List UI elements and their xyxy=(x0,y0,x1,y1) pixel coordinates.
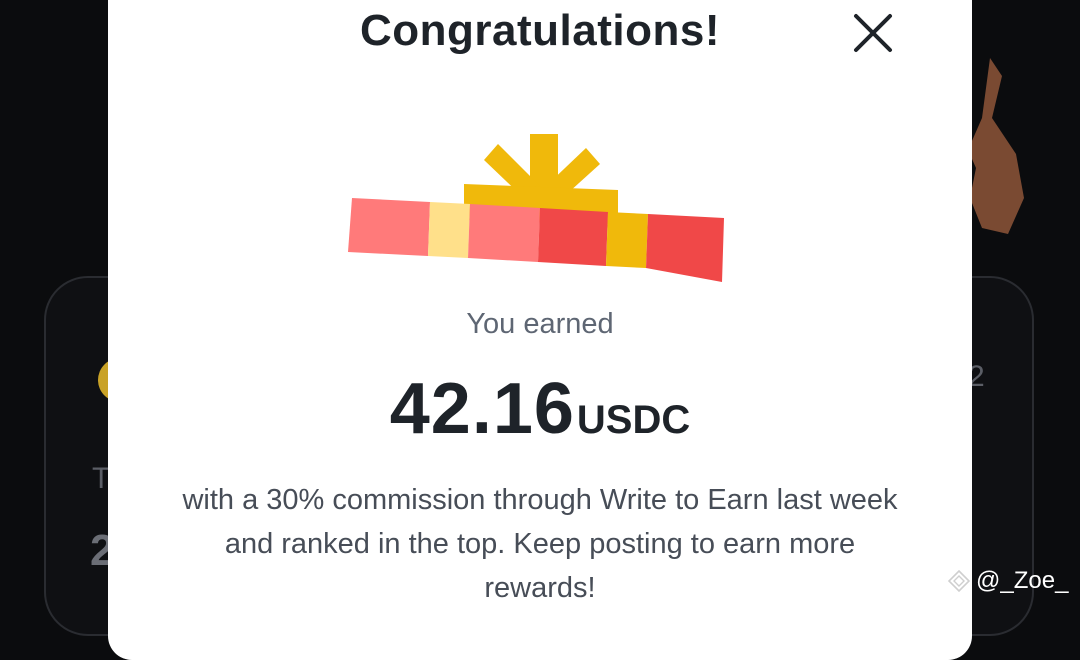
currency-label: USDC xyxy=(576,398,691,442)
gift-icon xyxy=(348,134,724,282)
diamond-logo-icon xyxy=(948,570,970,592)
amount-value: 42.16 xyxy=(389,369,575,449)
reward-description: with a 30% commission through Write to E… xyxy=(182,484,898,604)
modal-title: Congratulations! xyxy=(360,6,720,55)
close-icon[interactable] xyxy=(848,10,896,58)
watermark-handle: @_Zoe_ xyxy=(976,567,1069,594)
reward-amount: 42.16USDC xyxy=(0,368,1080,450)
earned-label: You earned xyxy=(466,308,614,340)
watermark: @_Zoe_ xyxy=(948,566,1068,596)
